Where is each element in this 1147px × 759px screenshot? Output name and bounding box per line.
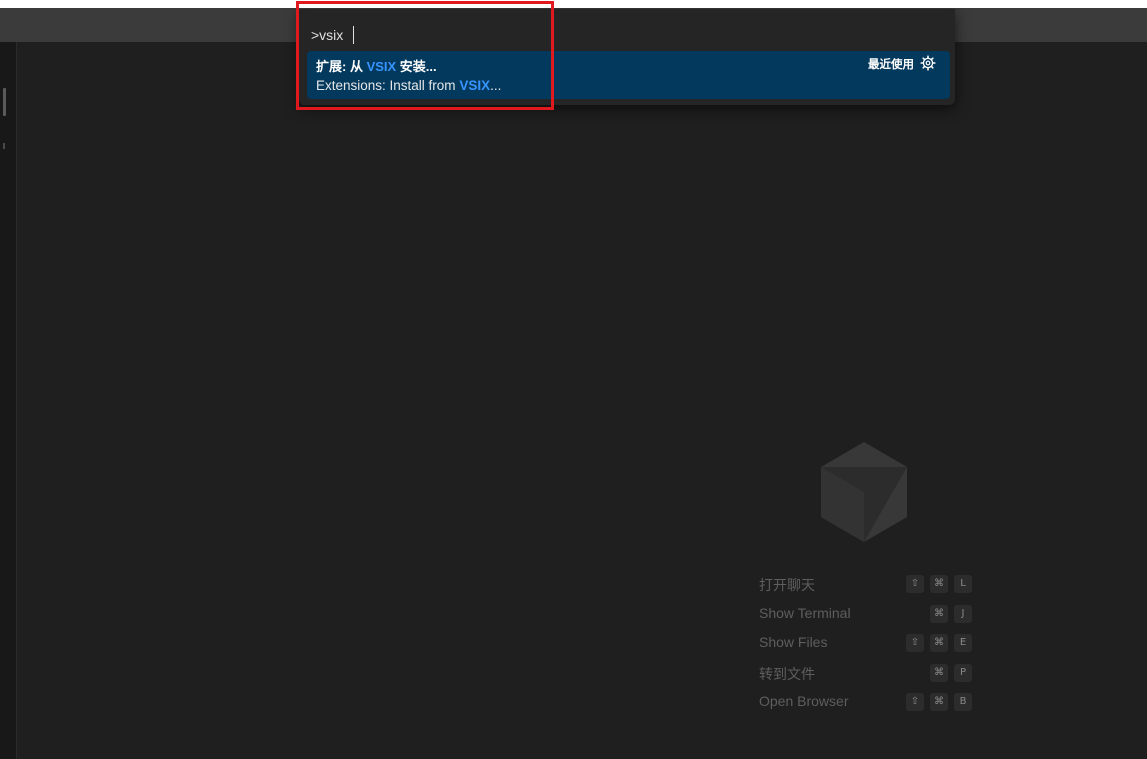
command-key-icon: ⌘ — [930, 634, 948, 653]
shortcut-row: Open Browser ⇧ ⌘ B — [759, 693, 979, 723]
result-title-zh: 扩展: 从 VSIX 安装... — [316, 59, 437, 74]
letter-key: P — [954, 663, 972, 682]
command-key-icon: ⌘ — [930, 663, 948, 682]
activity-bar-marker — [3, 143, 5, 149]
empty-key — [906, 664, 924, 682]
shortcut-label: 转到文件 — [759, 665, 815, 682]
shift-key-icon: ⇧ — [906, 634, 924, 653]
shortcut-hints: 打开聊天 ⇧ ⌘ L Show Terminal ⌘ J Show Files … — [759, 575, 979, 723]
shortcut-row: 转到文件 ⌘ P — [759, 663, 979, 694]
shortcut-row: Show Files ⇧ ⌘ E — [759, 634, 979, 664]
app-logo-icon — [818, 440, 910, 544]
shortcut-label: Show Files — [759, 634, 828, 651]
gear-icon[interactable] — [920, 55, 936, 71]
command-key-icon: ⌘ — [930, 693, 948, 712]
empty-key — [906, 605, 924, 623]
command-result-install-vsix[interactable]: 扩展: 从 VSIX 安装... Extensions: Install fro… — [307, 51, 950, 99]
result-title-en: Extensions: Install from VSIX... — [316, 78, 502, 93]
letter-key: E — [954, 634, 972, 653]
command-palette: 扩展: 从 VSIX 安装... Extensions: Install fro… — [299, 9, 955, 105]
activity-bar-indicator — [3, 88, 6, 116]
editor-window: 打开聊天 ⇧ ⌘ L Show Terminal ⌘ J Show Files … — [0, 8, 1147, 759]
recently-used-label: 最近使用 — [868, 59, 914, 71]
shortcut-row: 打开聊天 ⇧ ⌘ L — [759, 575, 979, 605]
shortcut-row: Show Terminal ⌘ J — [759, 604, 979, 635]
shortcut-label: Open Browser — [759, 693, 849, 710]
shortcut-label: Show Terminal — [759, 604, 851, 621]
letter-key: J — [954, 604, 972, 623]
command-key-icon: ⌘ — [930, 604, 948, 623]
command-palette-input[interactable] — [311, 23, 931, 47]
shortcut-label: 打开聊天 — [759, 577, 815, 593]
activity-bar — [0, 42, 17, 759]
shift-key-icon: ⇧ — [906, 575, 924, 593]
text-caret — [353, 26, 354, 44]
letter-key: B — [954, 693, 972, 712]
match-highlight: VSIX — [459, 78, 491, 93]
letter-key: L — [954, 575, 972, 593]
command-key-icon: ⌘ — [930, 575, 948, 593]
match-highlight: VSIX — [366, 59, 397, 74]
shift-key-icon: ⇧ — [906, 693, 924, 712]
